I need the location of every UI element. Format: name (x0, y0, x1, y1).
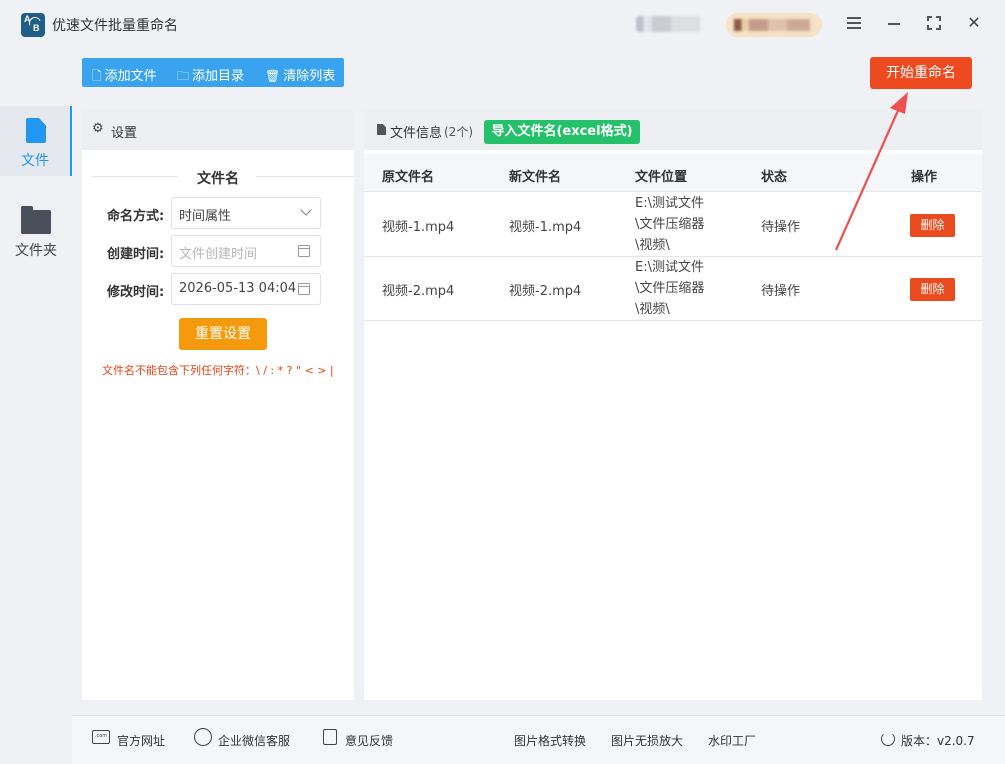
folder-outline-icon: 🗀 (177, 69, 190, 83)
footer: .com 官方网址 企业微信客服 意见反馈 图片格式转换 图片无损放大 水印工厂… (72, 715, 1005, 764)
column-status[interactable]: 状态 (761, 166, 787, 185)
import-filenames-button[interactable]: 导入文件名(excel格式) (484, 120, 640, 144)
original-name-cell: 视频-2.mp4 (382, 284, 455, 299)
trash-icon: 🗑 (265, 69, 281, 83)
nav-item-label: 文件夹 (15, 243, 57, 259)
modified-time-label: 修改时间: (107, 285, 165, 300)
modified-time-value: 2026-05-13 04:04 (179, 281, 297, 296)
filename-warning: 文件名不能包含下列任何字符：\ / : * ? " < > | (102, 364, 334, 377)
folder-icon (21, 206, 51, 234)
clear-list-label: 清除列表 (283, 69, 336, 84)
settings-header: ⚙ 设置 (82, 110, 354, 150)
delete-button[interactable]: 删除 (910, 214, 955, 237)
add-file-button[interactable]: 🗋 添加文件 (92, 65, 157, 88)
image-convert-link[interactable]: 图片格式转换 (514, 732, 586, 749)
location-line: \文件压缩器 (635, 281, 705, 296)
column-new-name[interactable]: 新文件名 (509, 166, 561, 185)
website-link[interactable]: 官方网址 (117, 732, 165, 749)
delete-button[interactable]: 删除 (910, 278, 955, 301)
maximize-icon[interactable] (923, 12, 945, 34)
wechat-icon (194, 728, 212, 746)
location-line: E:\测试文件 (635, 260, 704, 275)
add-directory-label: 添加目录 (192, 69, 245, 84)
column-original-name[interactable]: 原文件名 (382, 166, 434, 185)
table-row[interactable]: 视频-2.mp4 视频-2.mp4 E:\测试文件 \文件压缩器 \视频\ 待操… (364, 257, 982, 321)
modified-time-input[interactable]: 2026-05-13 04:04 (171, 273, 321, 305)
title-bar: AB 优速文件批量重命名 ✕ (0, 0, 1005, 48)
version-text: 版本：v2.0.7 (901, 734, 975, 748)
location-cell: E:\测试文件 \文件压缩器 \视频\ (635, 257, 704, 320)
calendar-icon (298, 245, 310, 257)
add-file-icon: 🗋 (92, 69, 102, 83)
user-badge-blurred[interactable] (726, 13, 822, 37)
new-name-cell: 视频-2.mp4 (509, 284, 582, 299)
original-name-cell: 视频-1.mp4 (382, 220, 455, 235)
file-info-title: 文件信息 (390, 126, 443, 141)
status-cell: 待操作 (761, 220, 801, 235)
chevron-down-icon (300, 204, 312, 216)
nav-item-file[interactable]: 文件 (0, 106, 72, 176)
calendar-icon (298, 283, 310, 295)
reset-settings-button[interactable]: 重置设置 (179, 318, 267, 350)
naming-mode-label: 命名方式: (107, 209, 165, 224)
column-action: 操作 (911, 170, 938, 185)
column-location[interactable]: 文件位置 (635, 166, 687, 185)
location-line: \文件压缩器 (635, 217, 705, 232)
add-file-label: 添加文件 (104, 69, 157, 84)
app-logo-icon: AB (21, 13, 45, 37)
file-info-panel: 文件信息 (2个) 导入文件名(excel格式) 原文件名 新文件名 文件位置 … (364, 110, 982, 700)
refresh-icon[interactable] (881, 732, 895, 746)
image-upscale-link[interactable]: 图片无损放大 (611, 732, 683, 749)
wechat-support-link[interactable]: 企业微信客服 (218, 732, 290, 749)
feedback-icon (323, 729, 337, 745)
gear-icon: ⚙ (92, 121, 104, 136)
toolbar: 🗋 添加文件 🗀 添加目录 🗑 清除列表 (82, 58, 344, 87)
document-icon (377, 124, 386, 135)
naming-mode-value: 时间属性 (179, 209, 232, 224)
minimize-icon[interactable] (883, 12, 905, 34)
created-time-label: 创建时间: (107, 247, 165, 262)
file-info-header: 文件信息 (2个) 导入文件名(excel格式) (364, 110, 982, 150)
settings-title: 设置 (111, 126, 138, 141)
status-cell: 待操作 (761, 284, 801, 299)
section-title: 文件名 (197, 171, 239, 187)
nav-item-folder[interactable]: 文件夹 (0, 196, 72, 266)
start-rename-button[interactable]: 开始重命名 (870, 57, 972, 89)
file-count: (2个) (444, 125, 473, 139)
watermark-link[interactable]: 水印工厂 (708, 732, 756, 749)
new-name-cell: 视频-1.mp4 (509, 220, 582, 235)
nav-item-label: 文件 (21, 153, 49, 169)
location-cell: E:\测试文件 \文件压缩器 \视频\ (635, 193, 704, 256)
settings-panel: ⚙ 设置 文件名 命名方式: 时间属性 创建时间: 文件创建时间 修改时间: 2… (82, 110, 354, 700)
table-row[interactable]: 视频-1.mp4 视频-1.mp4 E:\测试文件 \文件压缩器 \视频\ 待操… (364, 193, 982, 257)
location-line: \视频\ (635, 302, 670, 317)
location-line: \视频\ (635, 238, 670, 253)
side-nav: 文件 文件夹 (0, 48, 72, 764)
account-info-blurred[interactable] (636, 16, 700, 32)
feedback-link[interactable]: 意见反馈 (345, 732, 393, 749)
app-title: 优速文件批量重命名 (52, 18, 178, 34)
naming-mode-select[interactable]: 时间属性 (171, 197, 321, 229)
clear-list-button[interactable]: 🗑 清除列表 (265, 65, 335, 84)
menu-icon[interactable] (843, 12, 865, 34)
close-icon[interactable]: ✕ (963, 12, 985, 34)
file-icon (26, 118, 46, 143)
add-directory-button[interactable]: 🗀 添加目录 (177, 65, 244, 88)
table-header: 原文件名 新文件名 文件位置 状态 操作 (364, 154, 982, 192)
location-line: E:\测试文件 (635, 196, 704, 211)
created-time-placeholder: 文件创建时间 (179, 247, 258, 262)
website-icon: .com (92, 730, 110, 744)
created-time-input[interactable]: 文件创建时间 (171, 235, 321, 267)
